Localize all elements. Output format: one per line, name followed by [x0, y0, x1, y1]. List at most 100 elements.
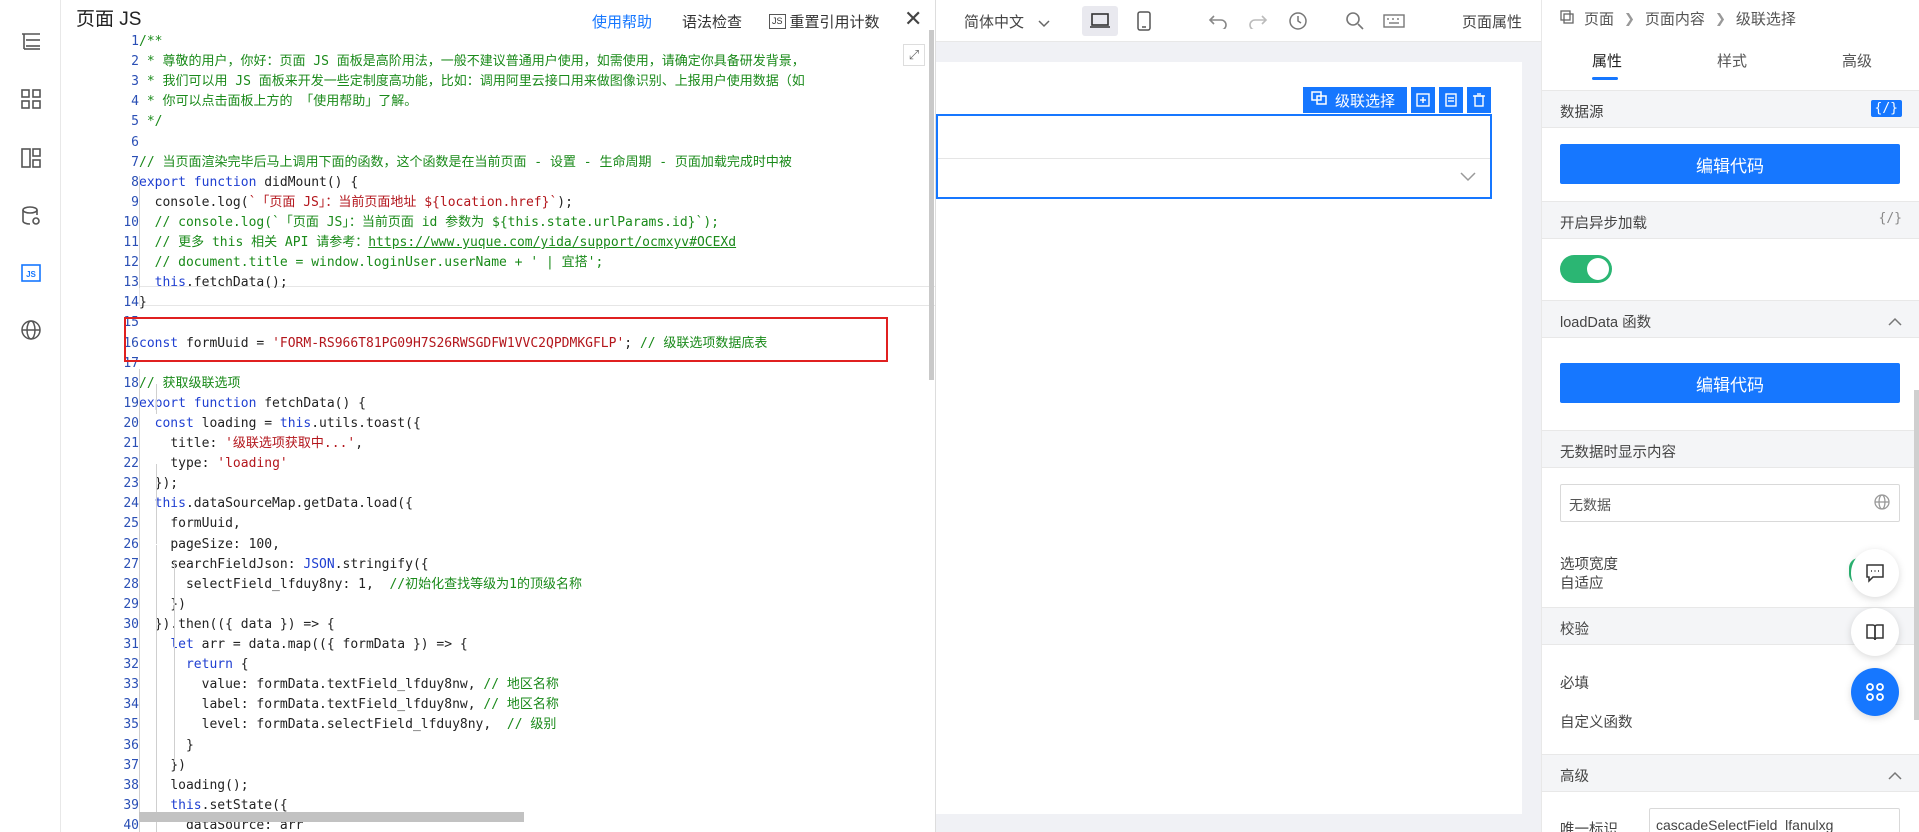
indent-guide — [139, 176, 140, 288]
code-text: // document.title = window.loginUser.use… — [154, 255, 604, 271]
code-text: label: formData.textField_lfduy8nw, // 地… — [201, 697, 559, 713]
code-line: 28 selectField_lfduy8ny: 1, //初始化查找等级为1的… — [61, 575, 935, 595]
code-line: 38 loading(); — [61, 776, 935, 796]
redo-icon[interactable] — [1246, 9, 1270, 33]
delete-component-icon[interactable] — [1467, 87, 1492, 113]
history-icon[interactable] — [1286, 9, 1310, 33]
datasource-icon[interactable] — [18, 203, 44, 229]
js-panel-title: 页面 JS — [76, 9, 142, 30]
layout-icon[interactable] — [18, 145, 44, 171]
tab-style[interactable]: 样式 — [1717, 50, 1747, 71]
code-line: 11 // 更多 this 相关 API 请参考：https://www.yuq… — [61, 233, 935, 253]
globe-icon[interactable] — [18, 317, 44, 343]
empty-content-input[interactable]: 无数据 — [1560, 484, 1900, 522]
line-number: 33 — [123, 677, 139, 693]
indent-guide — [139, 369, 140, 832]
line-number: 32 — [123, 657, 139, 673]
js-panel-icon[interactable]: JS — [18, 260, 44, 286]
code-line: 25 formUuid, — [61, 514, 935, 534]
cascade-select-input[interactable] — [938, 159, 1490, 197]
async-load-toggle[interactable] — [1560, 255, 1612, 283]
syntax-check-button[interactable]: 语法检查 — [682, 11, 742, 32]
outline-tree-icon[interactable] — [18, 28, 44, 54]
line-number: 31 — [123, 637, 139, 652]
close-icon[interactable]: ✕ — [904, 8, 922, 30]
code-line: 12 // document.title = window.loginUser.… — [61, 253, 935, 273]
cascade-select-component[interactable] — [936, 114, 1492, 199]
help-link[interactable]: 使用帮助 — [592, 11, 652, 32]
section-title: 数据源 — [1560, 105, 1604, 121]
line-number: 22 — [123, 456, 139, 472]
code-text: }); — [154, 476, 179, 492]
edit-code-button[interactable]: 编辑代码 — [1560, 363, 1900, 403]
component-label[interactable]: 级联选择 — [1303, 87, 1408, 113]
breadcrumb-item[interactable]: 页面内容 — [1645, 8, 1705, 29]
line-number: 6 — [131, 134, 139, 150]
design-canvas-area: 级联选择 — [936, 42, 1541, 832]
code-text: }).then(({ data }) => { — [154, 616, 335, 632]
chevron-up-icon[interactable] — [1888, 767, 1902, 783]
chevron-down-icon — [1460, 169, 1476, 185]
components-grid-icon[interactable] — [18, 86, 44, 112]
breadcrumb: 页面 ❯ 页面内容 ❯ 级联选择 — [1560, 8, 1796, 29]
i18n-globe-icon[interactable] — [1873, 493, 1891, 514]
mobile-view-icon[interactable] — [1132, 9, 1156, 33]
code-line: 31 let arr = data.map(({ formData }) => … — [61, 635, 935, 655]
chevron-up-icon[interactable] — [1888, 313, 1902, 329]
code-horizontal-scrollbar[interactable] — [139, 812, 524, 822]
breadcrumb-item[interactable]: 级联选择 — [1736, 8, 1796, 29]
breadcrumb-item[interactable]: 页面 — [1584, 8, 1614, 29]
panel-scrollbar[interactable] — [1914, 390, 1919, 720]
keyboard-icon[interactable] — [1382, 9, 1406, 33]
line-number: 28 — [123, 576, 139, 592]
variable-binding-icon[interactable]: {/} — [1870, 100, 1902, 117]
line-number: 10 — [123, 214, 139, 230]
reset-count-label: 重置引用计数 — [789, 14, 880, 31]
language-select[interactable]: 简体中文 — [964, 11, 1050, 32]
line-number: 34 — [123, 697, 139, 713]
code-line: 14} — [61, 293, 935, 313]
section-title: 开启异步加载 — [1560, 216, 1647, 232]
indent-guide — [156, 545, 157, 832]
chevron-down-icon — [1038, 15, 1050, 32]
line-number: 29 — [123, 596, 139, 612]
docs-book-icon[interactable] — [1851, 608, 1899, 656]
feedback-icon[interactable] — [1851, 549, 1899, 597]
component-toolbar: 级联选择 — [1303, 87, 1492, 113]
desktop-view-icon[interactable] — [1082, 6, 1118, 36]
app-root: JS 页面 JS 使用帮助 语法检查 JS 重置引用计数 ✕ 1/** 2 * 尊… — [0, 0, 1919, 832]
toggle-knob — [1587, 258, 1609, 280]
code-vertical-scrollbar[interactable] — [929, 30, 934, 380]
expand-icon[interactable]: ⤢ — [903, 44, 925, 66]
line-number: 19 — [123, 395, 139, 411]
code-text: selectField_lfduy8ny: 1, //初始化查找等级为1的顶级名… — [185, 576, 582, 592]
tab-advanced[interactable]: 高级 — [1842, 50, 1872, 71]
variable-binding-icon[interactable]: {/} — [1879, 211, 1902, 226]
unique-id-input[interactable]: cascadeSelectField_lfanulxg — [1649, 808, 1900, 832]
reset-count-button[interactable]: JS 重置引用计数 — [769, 11, 880, 32]
code-line: 6 — [61, 133, 935, 153]
line-number: 27 — [123, 556, 139, 572]
chevron-right-icon: ❯ — [1714, 10, 1726, 26]
line-number: 7 — [131, 154, 139, 170]
line-number: 18 — [123, 375, 139, 391]
code-text: }) — [170, 757, 186, 773]
page-attributes-button[interactable]: 页面属性 — [1462, 11, 1522, 32]
custom-function-label: 自定义函数 — [1560, 715, 1633, 731]
code-text: let arr = data.map(({ formData }) => { — [170, 637, 468, 652]
line-number: 13 — [123, 275, 139, 291]
edit-code-button[interactable]: 编辑代码 — [1560, 144, 1900, 184]
tab-properties[interactable]: 属性 — [1592, 50, 1622, 71]
undo-icon[interactable] — [1206, 9, 1230, 33]
copy-component-icon[interactable] — [1411, 87, 1436, 113]
option-width-value: 自适应 — [1560, 576, 1604, 592]
code-text: }) — [170, 596, 186, 612]
apps-menu-icon[interactable] — [1851, 668, 1899, 716]
code-line: 3 * 我们可以用 JS 面板来开发一些定制度高功能，比如：调用阿里云接口用来做… — [61, 72, 935, 92]
code-text: const loading = this.utils.toast({ — [154, 415, 421, 431]
line-number: 24 — [123, 496, 139, 512]
code-line: 19 export function fetchData() { — [61, 394, 935, 414]
duplicate-component-icon[interactable] — [1439, 87, 1464, 113]
code-editor[interactable]: 1/** 2 * 尊敬的用户，你好：页面 JS 面板是高阶用法，一般不建议普通用户… — [61, 32, 935, 832]
search-icon[interactable] — [1343, 9, 1367, 33]
